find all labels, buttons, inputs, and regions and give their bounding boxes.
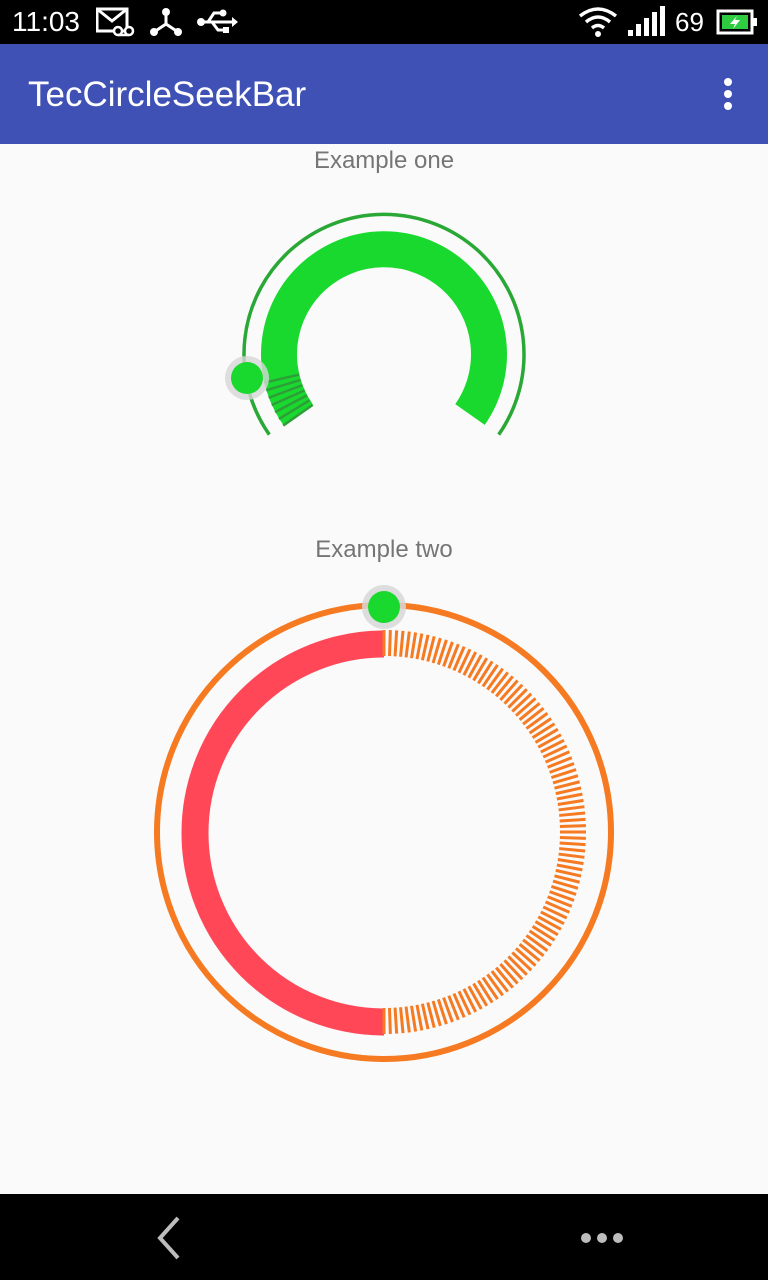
example-one-seekbar[interactable] [0,160,768,500]
tick-mark [481,664,499,688]
tick-mark [531,722,556,739]
tick-mark [534,727,559,744]
example-two-label: Example two [315,536,453,563]
status-time: 11:03 [12,6,80,37]
tick-mark [467,654,483,679]
tick-mark [559,817,586,823]
tick-mark [559,824,586,828]
tick-mark [559,841,586,847]
tick-mark [531,925,556,942]
tick-mark [528,929,552,947]
example-two-thumb[interactable] [368,591,400,623]
tick-mark [555,786,582,796]
more-icon[interactable] [578,1228,626,1248]
usb-icon [197,9,238,33]
tick-mark [534,920,559,937]
tick-mark [477,979,494,1004]
tick-mark [415,1004,424,1031]
share-hub-icon [150,8,182,36]
back-icon[interactable] [150,1214,190,1262]
example-one-progress-ring [261,231,507,425]
example-two-outline-ring [154,602,614,1062]
tick-mark [388,1007,392,1034]
tick-mark [528,717,552,735]
tick-mark [404,631,411,658]
example-two-ticks [382,630,586,1034]
tick-mark [555,868,582,878]
tick-mark [559,836,586,840]
voicemail-icon [96,7,135,37]
tick-mark [393,1007,399,1034]
battery-charging-icon [716,9,757,35]
tick-mark [420,1003,430,1030]
tick-mark [558,852,585,859]
tick-mark [472,982,489,1007]
tick-mark [410,1005,418,1032]
tick-mark [537,733,562,749]
tick-mark [404,1006,411,1033]
tick-mark [481,976,499,1000]
tick-mark [472,657,489,682]
tick-mark [393,630,399,657]
tick-mark [537,915,562,931]
tick-mark [388,630,392,657]
app-bar: TecCircleSeekBar [0,44,768,144]
status-bar: 11:03 69 [0,0,768,44]
tick-mark [559,811,586,817]
tick-mark [558,805,585,812]
tick-mark [559,847,586,853]
battery-level: 69 [675,7,704,37]
signal-icon [628,6,665,36]
tick-mark [557,798,584,806]
tick-mark [556,863,583,872]
tick-mark [420,634,430,661]
tick-mark [415,633,424,660]
tick-mark [399,1007,405,1034]
example-two-left-arc [181,630,385,1036]
navigation-bar [0,1194,768,1280]
example-two-seekbar[interactable] [0,580,768,1080]
wifi-icon [578,7,618,37]
tick-mark [410,632,418,659]
tick-mark [477,660,494,685]
tick-mark [467,985,483,1010]
app-title: TecCircleSeekBar [28,75,307,114]
tick-mark [556,792,583,801]
tick-mark [399,630,405,657]
tick-mark [557,858,584,866]
overflow-menu-icon[interactable] [708,70,748,118]
example-one-thumb[interactable] [231,362,263,394]
